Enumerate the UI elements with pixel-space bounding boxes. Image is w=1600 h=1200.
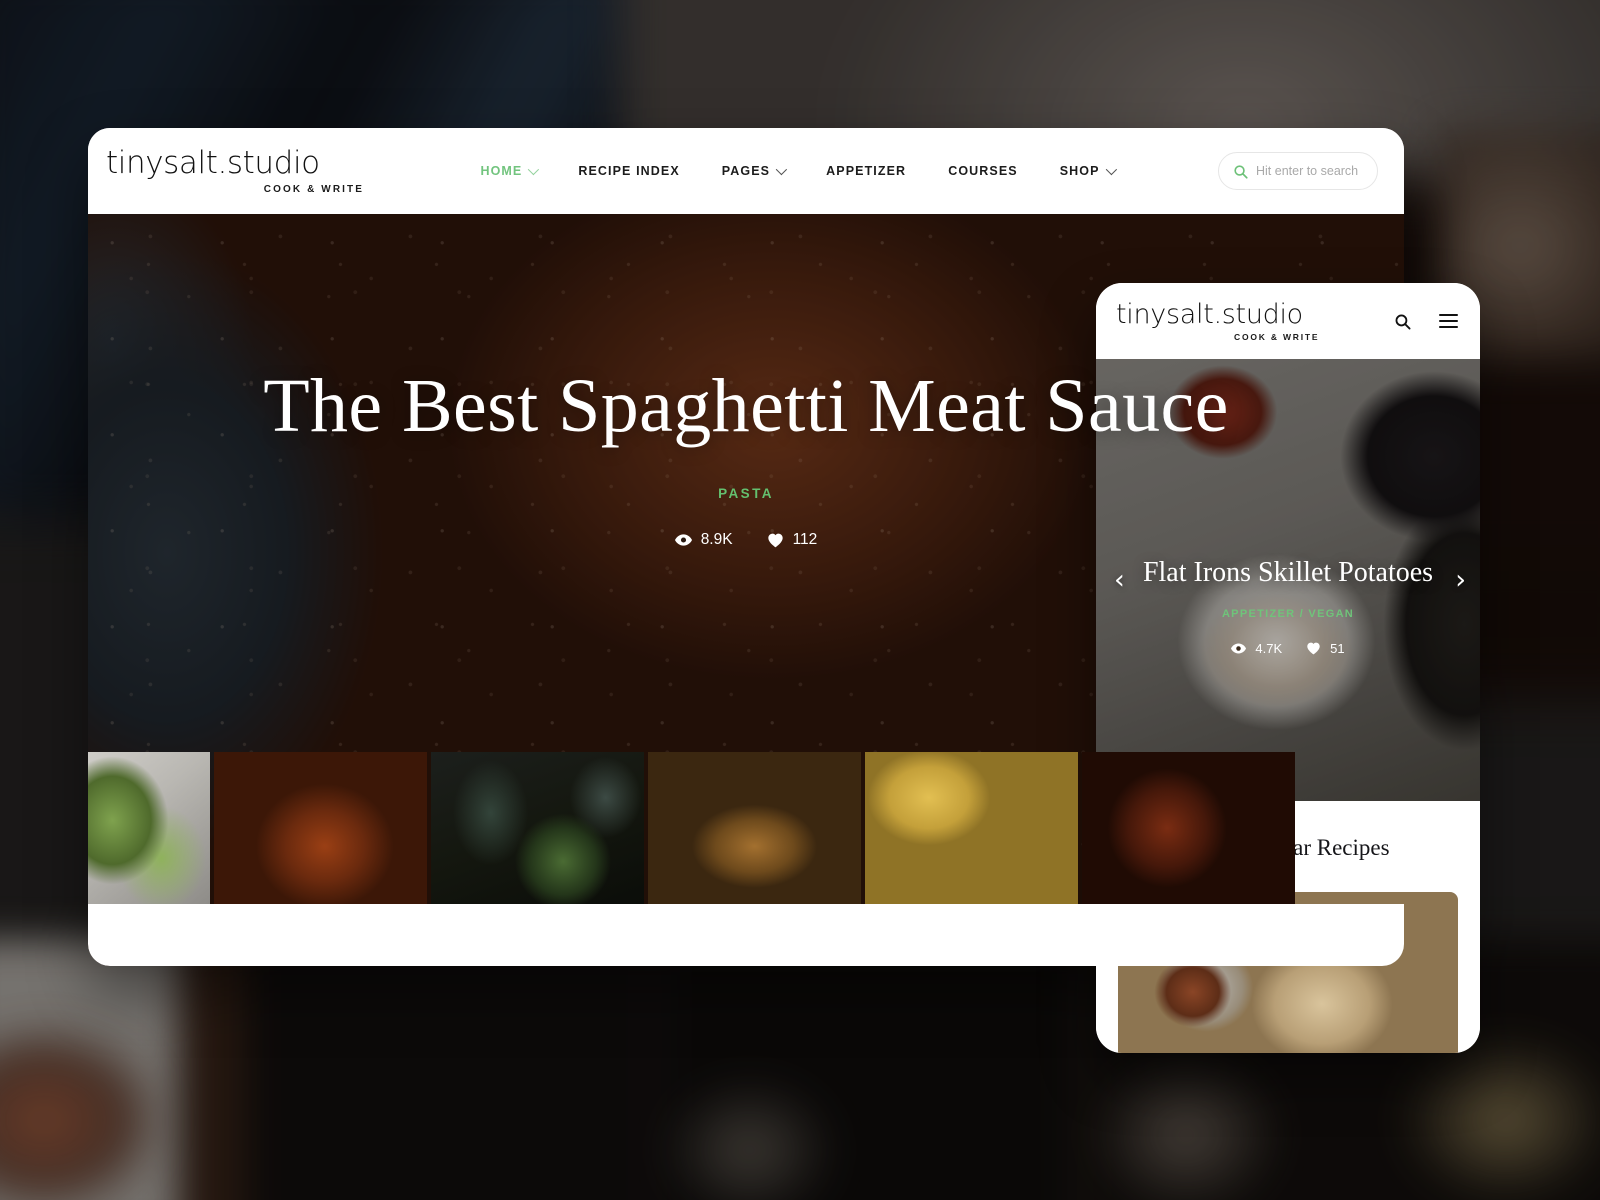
nav-item-label: APPETIZER xyxy=(826,164,907,178)
carousel-next-button[interactable]: › xyxy=(1455,567,1466,594)
mobile-likes-count: 51 xyxy=(1330,641,1345,657)
chevron-down-icon xyxy=(1105,163,1117,176)
nav-item-appetizer[interactable]: APPETIZER xyxy=(805,164,927,178)
mobile-views-count: 4.7K xyxy=(1255,641,1283,657)
desktop-browser-mockup: tinysalt.studio COOK & WRITE HOME RECIPE… xyxy=(88,128,1404,966)
hero-likes-stat[interactable]: 112 xyxy=(767,531,818,549)
hero-stats: 8.9K 112 xyxy=(128,531,1364,549)
eye-icon xyxy=(1231,643,1247,654)
hamburger-icon[interactable] xyxy=(1439,314,1458,328)
search-placeholder: Hit enter to search xyxy=(1256,164,1359,178)
eye-icon xyxy=(674,534,692,546)
heart-icon xyxy=(1307,642,1320,655)
hero-category-label[interactable]: PASTA xyxy=(128,486,1364,501)
logo-tagline: COOK & WRITE xyxy=(263,183,364,195)
nav-item-home[interactable]: HOME xyxy=(459,163,557,178)
hero-title[interactable]: The Best Spaghetti Meat Sauce xyxy=(128,362,1364,450)
desktop-header: tinysalt.studio COOK & WRITE HOME RECIPE… xyxy=(88,128,1404,214)
primary-navigation: HOME RECIPE INDEX PAGES APPETIZER COURSE… xyxy=(376,163,1218,178)
nav-item-label: COURSES xyxy=(948,164,1018,178)
mobile-likes-stat[interactable]: 51 xyxy=(1306,641,1345,657)
logo-name: tinysalt.studio xyxy=(106,144,320,181)
mobile-hero-title[interactable]: Flat Irons Skillet Potatoes xyxy=(1130,555,1446,591)
hero-views-stat: 8.9K xyxy=(674,531,733,549)
hamburger-line xyxy=(1439,325,1458,328)
site-logo[interactable]: tinysalt.studio COOK & WRITE xyxy=(106,144,376,195)
desktop-content-strip xyxy=(88,904,1404,966)
mobile-hero-stats: 4.7K 51 xyxy=(1130,641,1446,656)
nav-item-label: PAGES xyxy=(721,164,771,178)
hero-views-count: 8.9K xyxy=(700,531,733,549)
thumbnail-item[interactable] xyxy=(214,752,427,904)
mobile-views-stat: 4.7K xyxy=(1231,641,1282,656)
thumbnail-item[interactable] xyxy=(88,752,210,904)
search-icon xyxy=(1234,164,1248,179)
thumbnail-item[interactable] xyxy=(648,752,861,904)
thumbnail-item[interactable] xyxy=(1082,752,1295,904)
hero-content: The Best Spaghetti Meat Sauce PASTA 8.9K… xyxy=(88,362,1404,549)
mobile-hero-content: Flat Irons Skillet Potatoes APPETIZER / … xyxy=(1096,555,1480,656)
nav-item-shop[interactable]: SHOP xyxy=(1039,163,1135,178)
thumbnail-item[interactable] xyxy=(431,752,644,904)
search-icon[interactable] xyxy=(1394,313,1411,330)
mobile-logo-name: tinysalt.studio xyxy=(1116,298,1303,330)
nav-item-recipe-index[interactable]: RECIPE INDEX xyxy=(557,164,700,178)
hero-thumbnail-carousel[interactable] xyxy=(88,752,1404,904)
search-input[interactable]: Hit enter to search xyxy=(1218,152,1378,190)
mobile-logo-tagline: COOK & WRITE xyxy=(1234,331,1320,342)
mobile-hero-category-label[interactable]: APPETIZER / VEGAN xyxy=(1130,608,1446,620)
hamburger-line xyxy=(1439,314,1458,317)
nav-item-label: RECIPE INDEX xyxy=(578,164,680,178)
chevron-down-icon xyxy=(775,163,788,176)
hero-likes-count: 112 xyxy=(792,531,818,549)
carousel-prev-button[interactable]: ‹ xyxy=(1114,567,1125,594)
mobile-site-logo[interactable]: tinysalt.studio COOK & WRITE xyxy=(1116,301,1394,342)
hamburger-line xyxy=(1439,320,1458,322)
nav-item-label: HOME xyxy=(480,164,523,178)
nav-item-label: SHOP xyxy=(1059,164,1100,178)
mobile-header: tinysalt.studio COOK & WRITE xyxy=(1096,283,1480,359)
chevron-down-icon xyxy=(528,163,540,176)
nav-item-pages[interactable]: PAGES xyxy=(701,163,805,178)
mobile-header-actions xyxy=(1394,313,1458,330)
thumbnail-item[interactable] xyxy=(865,752,1078,904)
nav-item-courses[interactable]: COURSES xyxy=(927,164,1039,178)
heart-icon xyxy=(767,533,783,547)
